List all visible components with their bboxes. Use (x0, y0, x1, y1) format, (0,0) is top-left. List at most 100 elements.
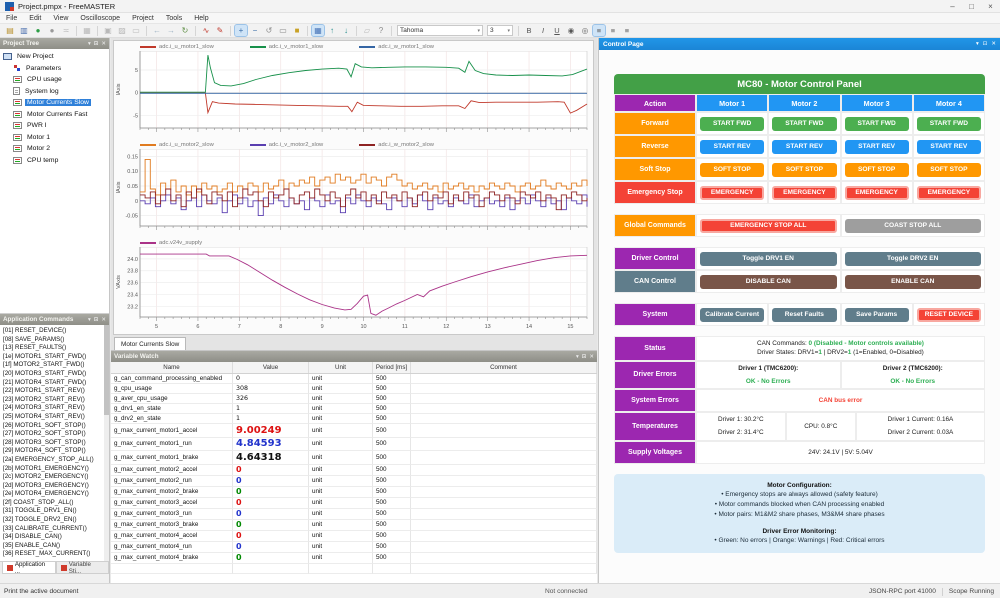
start-fwd-motor-2-button[interactable]: START FWD (772, 117, 836, 131)
chart-supply-voltage[interactable]: adc.v24v_supply24.023.823.623.423.256789… (114, 237, 593, 335)
command-item-2b-motor1-emergency[interactable]: [2b] MOTOR1_EMERGENCY() (3, 465, 109, 474)
tree-item-motor-1[interactable]: Motor 1 (0, 132, 109, 144)
toggle-drv1-en-button[interactable]: Toggle DRV1 EN (700, 252, 837, 266)
command-item-2e-motor4-emergency[interactable]: [2e] MOTOR4_EMERGENCY() (3, 490, 109, 499)
variable-watch-header[interactable]: Variable Watch ▾⊡✕ (111, 351, 597, 362)
record-icon[interactable]: ∿ (200, 25, 212, 36)
zoom-in-icon[interactable]: + (235, 25, 247, 36)
command-item-31-toggle-drv1-en[interactable]: [31] TOGGLE_DRV1_EN() (3, 507, 109, 516)
command-item-32-toggle-drv2-en[interactable]: [32] TOGGLE_DRV2_EN() (3, 516, 109, 525)
pin-icon[interactable]: ⊡ (94, 41, 99, 47)
watch-value[interactable]: 4.84593 (233, 438, 309, 452)
start-fwd-motor-4-button[interactable]: START FWD (917, 117, 981, 131)
start-fwd-motor-1-button[interactable]: START FWD (700, 117, 764, 131)
calibrate-current-button[interactable]: Calibrate Current (700, 308, 764, 322)
dropdown-icon[interactable]: ▾ (88, 317, 91, 323)
column-header-comment[interactable]: Comment (411, 362, 597, 373)
start-rev-motor-4-button[interactable]: START REV (917, 140, 981, 154)
chart-plot[interactable]: 0.150.100.050-0.05IAxis (114, 149, 593, 232)
chart-motor1-currents[interactable]: adc.i_u_motor1_slowadc.i_v_motor1_slowad… (114, 41, 593, 139)
command-item-34-disable-can[interactable]: [34] DISABLE_CAN() (3, 533, 109, 542)
command-item-36-reset-max-current[interactable]: [36] RESET_MAX_CURRENT() (3, 550, 109, 559)
scrollbar[interactable] (104, 325, 109, 561)
menu-file[interactable]: File (0, 15, 23, 22)
tree-item-motor-currents-fast[interactable]: Motor Currents Fast (0, 109, 109, 121)
watch-value[interactable]: 0 (233, 531, 309, 542)
dropdown-icon[interactable]: ▾ (576, 354, 579, 360)
close-icon[interactable]: ✕ (101, 41, 106, 47)
watch-row-g-cpu-usage[interactable]: g_cpu_usage308unit500 (111, 384, 597, 394)
start-rev-motor-2-button[interactable]: START REV (772, 140, 836, 154)
watch-value[interactable]: 0 (233, 553, 309, 564)
column-header-unit[interactable]: Unit (309, 362, 373, 373)
command-item-1e-motor1-start-fwd[interactable]: [1e] MOTOR1_START_FWD() (3, 353, 109, 362)
command-item-2a-emergency-stop-all[interactable]: [2a] EMERGENCY_STOP_ALL() (3, 456, 109, 465)
watch-row-empty[interactable] (111, 564, 597, 574)
command-item-33-calibrate-current[interactable]: [33] CALIBRATE_CURRENT() (3, 525, 109, 534)
command-item-20-motor3-start-fwd[interactable]: [20] MOTOR3_START_FWD() (3, 370, 109, 379)
grid-icon[interactable]: ▦ (312, 25, 324, 36)
watch-row-g-max-current-motor1-accel[interactable]: g_max_current_motor1_accel9.00249unit500 (111, 424, 597, 438)
menu-help[interactable]: Help (188, 15, 214, 22)
watch-value[interactable]: 0 (233, 487, 309, 498)
tree-item-new-project[interactable]: New Project (0, 51, 109, 63)
tab-variable-sti[interactable]: Variable Sti... (56, 562, 109, 574)
pin-icon[interactable]: ⊡ (94, 317, 99, 323)
save-icon[interactable]: ▥ (18, 25, 30, 36)
command-item-1f-motor2-start-fwd[interactable]: [1f] MOTOR2_START_FWD() (3, 361, 109, 370)
close-icon[interactable]: ✕ (589, 354, 594, 360)
command-item-2d-motor3-emergency[interactable]: [2d] MOTOR3_EMERGENCY() (3, 482, 109, 491)
annotate-icon[interactable]: ✎ (214, 25, 226, 36)
bold-button[interactable]: B (523, 25, 535, 36)
align-right-button[interactable]: ≡ (621, 25, 633, 36)
watch-value[interactable]: 1 (233, 404, 309, 414)
paste-icon[interactable]: ▨ (116, 25, 128, 36)
emergency-motor-2-button[interactable]: EMERGENCY (772, 186, 836, 200)
watch-value[interactable]: 4.64318 (233, 451, 309, 465)
watch-row-g-max-current-motor3-accel[interactable]: g_max_current_motor3_accel0unit500 (111, 498, 597, 509)
command-item-35-enable-can[interactable]: [35] ENABLE_CAN() (3, 542, 109, 551)
reset-device-button[interactable]: RESET DEVICE (917, 308, 981, 322)
tree-item-motor-currents-slow[interactable]: Motor Currents Slow (0, 97, 109, 109)
print-icon[interactable]: ▭ (130, 25, 142, 36)
maximize-button[interactable]: □ (962, 0, 981, 13)
command-item-28-motor3-soft-stop[interactable]: [28] MOTOR3_SOFT_STOP() (3, 439, 109, 448)
menu-edit[interactable]: Edit (23, 15, 47, 22)
save-params-button[interactable]: Save Params (845, 308, 909, 322)
column-header-name[interactable]: Name (111, 362, 233, 373)
forward-icon[interactable]: → (165, 25, 177, 36)
menu-tools[interactable]: Tools (160, 15, 188, 22)
menu-project[interactable]: Project (126, 15, 160, 22)
start-rev-motor-1-button[interactable]: START REV (700, 140, 764, 154)
emergency-motor-3-button[interactable]: EMERGENCY (845, 186, 909, 200)
watch-row-g-aver-cpu-usage[interactable]: g_aver_cpu_usage326unit500 (111, 394, 597, 404)
align-center-button[interactable]: ≡ (607, 25, 619, 36)
lock-icon[interactable]: ■ (291, 25, 303, 36)
command-item-01-reset-device[interactable]: [01] RESET_DEVICE() (3, 327, 109, 336)
command-item-25-motor4-start-rev[interactable]: [25] MOTOR4_START_REV() (3, 413, 109, 422)
column-header-value[interactable]: Value (233, 362, 309, 373)
command-item-21-motor4-start-fwd[interactable]: [21] MOTOR4_START_FWD() (3, 379, 109, 388)
pin-icon[interactable]: ⊡ (582, 354, 587, 360)
zoom-out-icon[interactable]: − (249, 25, 261, 36)
emergency-motor-1-button[interactable]: EMERGENCY (700, 186, 764, 200)
tree-item-cpu-usage[interactable]: CPU usage (0, 74, 109, 86)
disable-can-button[interactable]: DISABLE CAN (700, 275, 837, 289)
watch-row-g-max-current-motor4-brake[interactable]: g_max_current_motor4_brake0unit500 (111, 553, 597, 564)
tab-motor-currents-slow[interactable]: Motor Currents Slow (114, 337, 186, 350)
command-item-24-motor3-start-rev[interactable]: [24] MOTOR3_START_REV() (3, 404, 109, 413)
open-icon[interactable]: ▤ (4, 25, 16, 36)
stop-comm-icon[interactable]: ● (46, 25, 58, 36)
start-rev-motor-3-button[interactable]: START REV (845, 140, 909, 154)
tree-item-pwr-i[interactable]: PWR I (0, 120, 109, 132)
watch-row-g-max-current-motor3-run[interactable]: g_max_current_motor3_run0unit500 (111, 509, 597, 520)
menu-view[interactable]: View (47, 15, 74, 22)
scrollbar-thumb[interactable] (104, 325, 109, 415)
help-icon[interactable]: ? (375, 25, 387, 36)
emergency-motor-4-button[interactable]: EMERGENCY (917, 186, 981, 200)
command-item-26-motor1-soft-stop[interactable]: [26] MOTOR1_SOFT_STOP() (3, 422, 109, 431)
watch-value[interactable]: 0 (233, 498, 309, 509)
project-tree-header[interactable]: Project Tree ▾⊡✕ (0, 38, 109, 49)
emergency-stop-all-button[interactable]: EMERGENCY STOP ALL (700, 219, 837, 233)
underline-button[interactable]: U (551, 25, 563, 36)
